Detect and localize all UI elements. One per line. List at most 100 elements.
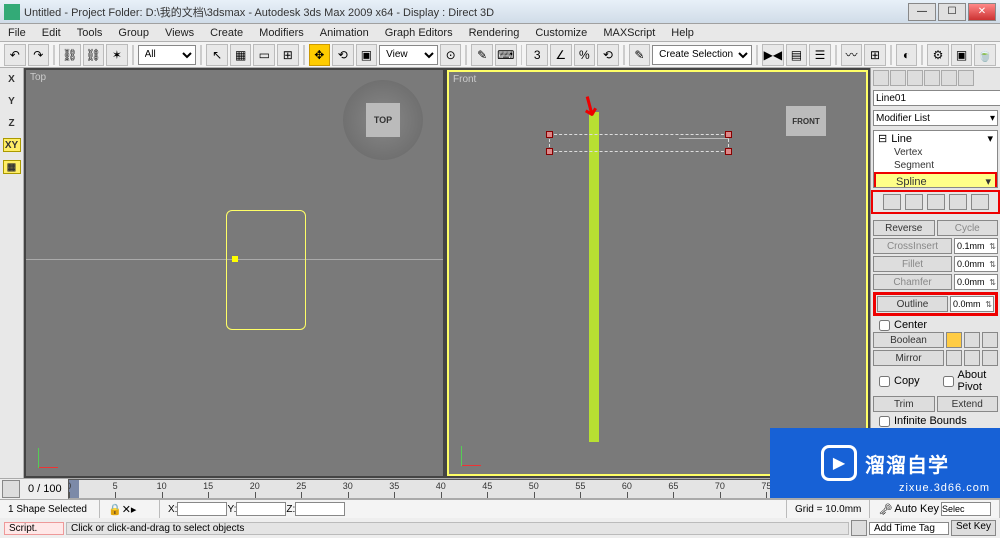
window-crossing-button[interactable]: ⊞ xyxy=(277,44,299,66)
mirror-button[interactable]: ▶◀ xyxy=(762,44,784,66)
remove-modifier-icon[interactable] xyxy=(949,194,967,210)
chamfer-button[interactable]: Chamfer xyxy=(873,274,952,290)
menu-tools[interactable]: Tools xyxy=(73,27,107,39)
vertex-handle[interactable] xyxy=(546,131,553,138)
menu-graph-editors[interactable]: Graph Editors xyxy=(381,27,457,39)
manipulate-button[interactable]: ✎ xyxy=(471,44,493,66)
rotate-button[interactable]: ⟲ xyxy=(332,44,354,66)
align-button[interactable]: ▤ xyxy=(786,44,808,66)
spline-shape-top[interactable] xyxy=(226,210,306,330)
boolean-button[interactable]: Boolean xyxy=(873,332,944,348)
stack-item-vertex[interactable]: Vertex xyxy=(874,146,997,159)
axis-z-button[interactable]: Z xyxy=(3,116,21,130)
copy-checkbox[interactable] xyxy=(879,376,890,387)
keyfilter-dropdown[interactable] xyxy=(941,502,991,516)
display-tab-icon[interactable] xyxy=(941,70,957,86)
spline-selected-segment[interactable] xyxy=(549,134,729,152)
axis-plane-button[interactable]: ▦ xyxy=(3,160,21,174)
viewport-front[interactable]: Front FRONT ↘ xyxy=(447,70,868,476)
configure-sets-icon[interactable] xyxy=(971,194,989,210)
reverse-button[interactable]: Reverse xyxy=(873,220,935,236)
redo-button[interactable]: ↷ xyxy=(28,44,50,66)
menu-rendering[interactable]: Rendering xyxy=(465,27,524,39)
scale-button[interactable]: ▣ xyxy=(356,44,378,66)
setkey-button[interactable]: Set Key xyxy=(951,520,996,536)
menu-animation[interactable]: Animation xyxy=(316,27,373,39)
rendered-frame-button[interactable]: ▣ xyxy=(951,44,973,66)
menu-customize[interactable]: Customize xyxy=(531,27,591,39)
hierarchy-tab-icon[interactable] xyxy=(907,70,923,86)
crossinsert-spinner[interactable]: 0.1mm xyxy=(954,238,998,254)
axis-xy-button[interactable]: XY xyxy=(3,138,21,152)
spline-green-bar[interactable] xyxy=(589,112,599,442)
viewcube-front-face[interactable]: FRONT xyxy=(786,106,826,136)
selection-filter-dropdown[interactable]: All xyxy=(138,45,197,65)
vertex-handle[interactable] xyxy=(725,131,732,138)
mirror-both-icon[interactable] xyxy=(982,350,998,366)
create-tab-icon[interactable] xyxy=(873,70,889,86)
move-button[interactable]: ✥ xyxy=(309,44,331,66)
add-key-icon[interactable]: ✕ xyxy=(122,503,131,516)
key-icon[interactable]: 🗝 xyxy=(878,503,892,516)
trim-button[interactable]: Trim xyxy=(873,396,935,412)
named-selection-dropdown[interactable]: Create Selection Set xyxy=(652,45,752,65)
render-setup-button[interactable]: ⚙ xyxy=(927,44,949,66)
show-end-result-icon[interactable] xyxy=(905,194,923,210)
select-region-button[interactable]: ▭ xyxy=(253,44,275,66)
curve-editor-button[interactable]: 〰 xyxy=(841,44,863,66)
lock-ui-icon[interactable] xyxy=(851,520,867,536)
unlink-button[interactable]: ⛓ xyxy=(83,44,105,66)
axis-x-button[interactable]: X xyxy=(3,72,21,86)
crossinsert-button[interactable]: CrossInsert xyxy=(873,238,952,254)
render-button[interactable]: 🍵 xyxy=(974,44,996,66)
object-name-input[interactable] xyxy=(873,90,1000,106)
menu-maxscript[interactable]: MAXScript xyxy=(599,27,659,39)
key-mode-icon[interactable]: ▸ xyxy=(131,503,137,516)
angle-snap-button[interactable]: ∠ xyxy=(550,44,572,66)
link-button[interactable]: ⛓ xyxy=(59,44,81,66)
pin-stack-icon[interactable] xyxy=(883,194,901,210)
menu-views[interactable]: Views xyxy=(161,27,198,39)
stack-item-segment[interactable]: Segment xyxy=(874,159,997,172)
script-listener[interactable]: Script. xyxy=(4,522,64,535)
menu-group[interactable]: Group xyxy=(114,27,153,39)
cycle-button[interactable]: Cycle xyxy=(937,220,999,236)
mirror-spline-button[interactable]: Mirror xyxy=(873,350,944,366)
outline-button[interactable]: Outline xyxy=(877,296,948,312)
center-checkbox[interactable] xyxy=(879,320,890,331)
edit-named-sel-button[interactable]: ✎ xyxy=(629,44,651,66)
autokey-button[interactable]: Auto Key xyxy=(894,503,939,515)
outline-spinner[interactable]: 0.0mm xyxy=(950,296,994,312)
menu-help[interactable]: Help xyxy=(667,27,698,39)
stack-item-line[interactable]: ⊟Line▾ xyxy=(874,131,997,146)
add-time-tag-button[interactable]: Add Time Tag xyxy=(869,522,949,535)
about-pivot-checkbox[interactable] xyxy=(943,376,954,387)
bool-intersect-icon[interactable] xyxy=(982,332,998,348)
ref-coord-dropdown[interactable]: View xyxy=(379,45,438,65)
bool-subtract-icon[interactable] xyxy=(964,332,980,348)
viewcube-top[interactable]: TOP xyxy=(343,80,423,160)
transform-y-input[interactable] xyxy=(236,502,286,516)
stack-item-spline[interactable]: Spline▾ xyxy=(874,172,997,188)
select-by-name-button[interactable]: ▦ xyxy=(230,44,252,66)
modifier-list-dropdown[interactable]: Modifier List xyxy=(873,110,998,126)
close-button[interactable]: ✕ xyxy=(968,3,996,21)
extend-button[interactable]: Extend xyxy=(937,396,999,412)
chamfer-spinner[interactable]: 0.0mm xyxy=(954,274,998,290)
viewcube-top-face[interactable]: TOP xyxy=(366,103,400,137)
lock-selection-icon[interactable]: 🔒 xyxy=(108,503,122,516)
transform-x-input[interactable] xyxy=(177,502,227,516)
viewport-top[interactable]: Top TOP xyxy=(26,70,443,476)
fillet-button[interactable]: Fillet xyxy=(873,256,952,272)
undo-button[interactable]: ↶ xyxy=(4,44,26,66)
spinner-snap-button[interactable]: ⟲ xyxy=(597,44,619,66)
pivot-center-button[interactable]: ⊙ xyxy=(440,44,462,66)
material-editor-button[interactable]: ◐ xyxy=(896,44,918,66)
utilities-tab-icon[interactable] xyxy=(958,70,974,86)
maximize-button[interactable]: ☐ xyxy=(938,3,966,21)
bool-union-icon[interactable] xyxy=(946,332,962,348)
menu-modifiers[interactable]: Modifiers xyxy=(255,27,308,39)
vertex-handle[interactable] xyxy=(725,148,732,155)
fillet-spinner[interactable]: 0.0mm xyxy=(954,256,998,272)
infinite-bounds-checkbox[interactable] xyxy=(879,416,890,427)
